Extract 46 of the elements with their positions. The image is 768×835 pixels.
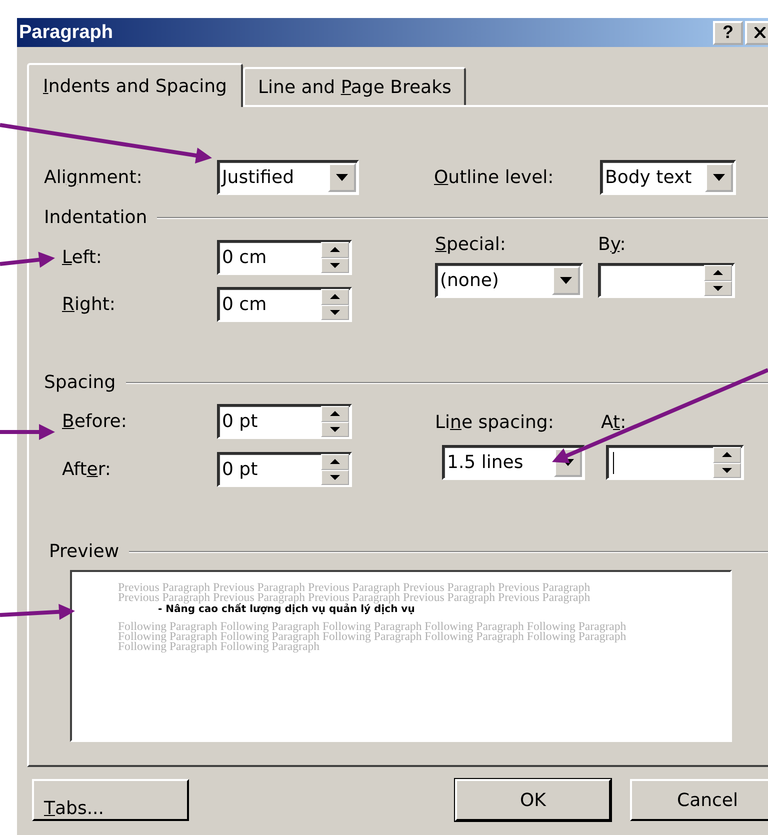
annotation-arrow bbox=[0, 424, 55, 440]
spinner-icon bbox=[321, 289, 349, 320]
preview-text: Previous Paragraph Previous Paragraph Previous Paragraph Previous Paragraph Previous Paragraph bbox=[118, 592, 592, 602]
annotation-arrow bbox=[0, 252, 55, 268]
tab[interactable]: Indents and Spacing bbox=[27, 63, 243, 107]
close-icon bbox=[754, 27, 766, 38]
field-label: After: bbox=[62, 459, 112, 480]
spin-field[interactable]: 0 cm bbox=[217, 240, 352, 275]
spin-field[interactable] bbox=[606, 445, 744, 480]
help-button[interactable]: ? bbox=[713, 20, 743, 44]
tab[interactable]: Line and Page Breaks bbox=[243, 67, 466, 105]
spinner-icon bbox=[704, 265, 732, 296]
spinner-icon bbox=[321, 454, 349, 485]
field-label: Special: bbox=[435, 234, 507, 255]
field-label: Line spacing: bbox=[435, 412, 555, 433]
dialog-button[interactable]: OK bbox=[455, 779, 611, 821]
field-label: Right: bbox=[62, 294, 116, 315]
field-label: By: bbox=[598, 234, 626, 255]
spin-field[interactable] bbox=[598, 263, 735, 298]
spin-field[interactable]: 0 cm bbox=[217, 287, 352, 322]
alignment-dropdown[interactable]: Justified bbox=[217, 160, 359, 195]
group-title: Indentation bbox=[44, 207, 148, 228]
dialog-button[interactable]: Cancel bbox=[630, 779, 768, 821]
spin-field[interactable]: 0 pt bbox=[217, 452, 352, 487]
outline-level-dropdown[interactable]: Body text bbox=[600, 160, 736, 195]
spin-field[interactable]: 0 pt bbox=[217, 404, 352, 439]
preview-text: Following Paragraph Following Paragraph Following Paragraph Following Paragraph Following Paragraph bbox=[118, 621, 628, 631]
field-label: Before: bbox=[62, 411, 128, 432]
preview-text: Following Paragraph Following Paragraph bbox=[118, 641, 321, 651]
dialog-button[interactable]: Tabs... bbox=[32, 779, 189, 821]
field-label: At: bbox=[601, 412, 626, 433]
window-title: Paragraph bbox=[19, 22, 113, 44]
spinner-icon bbox=[321, 242, 349, 273]
field-label: Outline level: bbox=[434, 167, 555, 188]
preview-paragraph: - Nâng cao chất lượng dịch vụ quản lý dịch vụ bbox=[158, 604, 416, 615]
group-title: Preview bbox=[49, 541, 120, 562]
group-title: Spacing bbox=[44, 372, 116, 393]
spinner-icon bbox=[321, 406, 349, 437]
spinner-icon bbox=[713, 447, 741, 478]
preview-text: Previous Paragraph Previous Paragraph Previous Paragraph Previous Paragraph Previous Paragraph bbox=[118, 582, 592, 592]
close-button[interactable] bbox=[745, 20, 768, 44]
field-label: Left: bbox=[62, 247, 103, 268]
line-spacing-dropdown[interactable]: 1.5 lines bbox=[442, 445, 585, 480]
special-dropdown[interactable]: (none) bbox=[435, 263, 583, 298]
field-label: Alignment: bbox=[44, 167, 144, 188]
preview-text: Following Paragraph Following Paragraph Following Paragraph Following Paragraph Following Paragraph bbox=[118, 631, 628, 641]
